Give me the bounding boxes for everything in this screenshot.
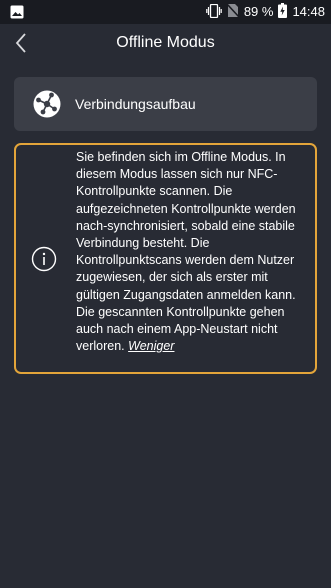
- less-link[interactable]: Weniger: [128, 339, 174, 353]
- network-globe-icon: [33, 90, 61, 118]
- battery-charging-icon: [278, 3, 288, 21]
- vibrate-icon: [206, 3, 222, 21]
- app-bar: Offline Modus: [0, 24, 331, 61]
- connection-label: Verbindungsaufbau: [75, 96, 196, 112]
- info-icon: [31, 246, 57, 272]
- status-bar: 89 % 14:48: [0, 0, 331, 24]
- image-icon: [10, 5, 24, 24]
- info-text: Sie befinden sich im Offline Modus. In d…: [76, 149, 312, 355]
- offline-info-box: Sie befinden sich im Offline Modus. In d…: [14, 143, 317, 374]
- chevron-left-icon: [15, 33, 26, 53]
- clock: 14:48: [292, 4, 325, 19]
- battery-percent: 89 %: [243, 4, 274, 19]
- connection-button[interactable]: Verbindungsaufbau: [14, 77, 317, 131]
- no-sim-icon: [226, 3, 240, 21]
- page-title: Offline Modus: [116, 34, 215, 51]
- back-button[interactable]: [6, 26, 36, 60]
- info-text-body: Sie befinden sich im Offline Modus. In d…: [76, 150, 296, 354]
